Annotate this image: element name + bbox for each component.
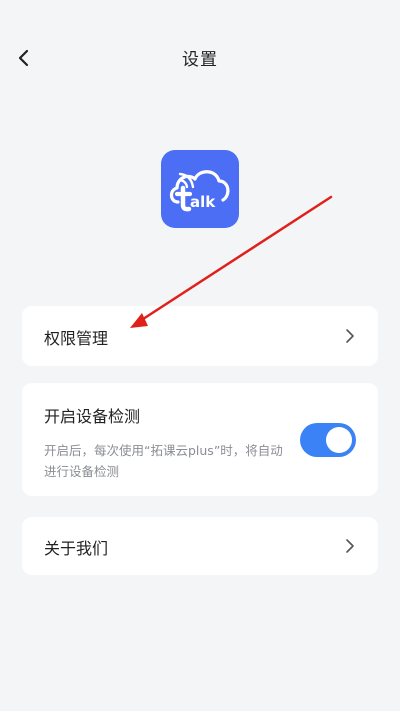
chevron-right-icon <box>342 328 358 344</box>
permissions-label: 权限管理 <box>44 329 109 348</box>
about-us-label: 关于我们 <box>44 539 109 558</box>
svg-text:alk: alk <box>190 193 216 211</box>
chevron-right-icon <box>342 538 358 554</box>
device-detection-description: 开启后，每次使用“拓课云plus”时，将自动进行设备检测 <box>44 443 283 479</box>
permissions-row[interactable]: 权限管理 <box>22 306 378 366</box>
app-logo: alk <box>161 150 239 228</box>
device-detection-label: 开启设备检测 <box>44 407 141 426</box>
device-detection-card: 开启设备检测 开启后，每次使用“拓课云plus”时，将自动进行设备检测 <box>22 383 378 496</box>
about-us-row[interactable]: 关于我们 <box>22 517 378 575</box>
header: 设置 <box>0 0 400 116</box>
device-detection-toggle[interactable] <box>300 423 356 457</box>
toggle-knob <box>326 427 352 453</box>
talk-cloud-logo-icon: alk <box>169 170 230 212</box>
page-title: 设置 <box>182 50 218 70</box>
